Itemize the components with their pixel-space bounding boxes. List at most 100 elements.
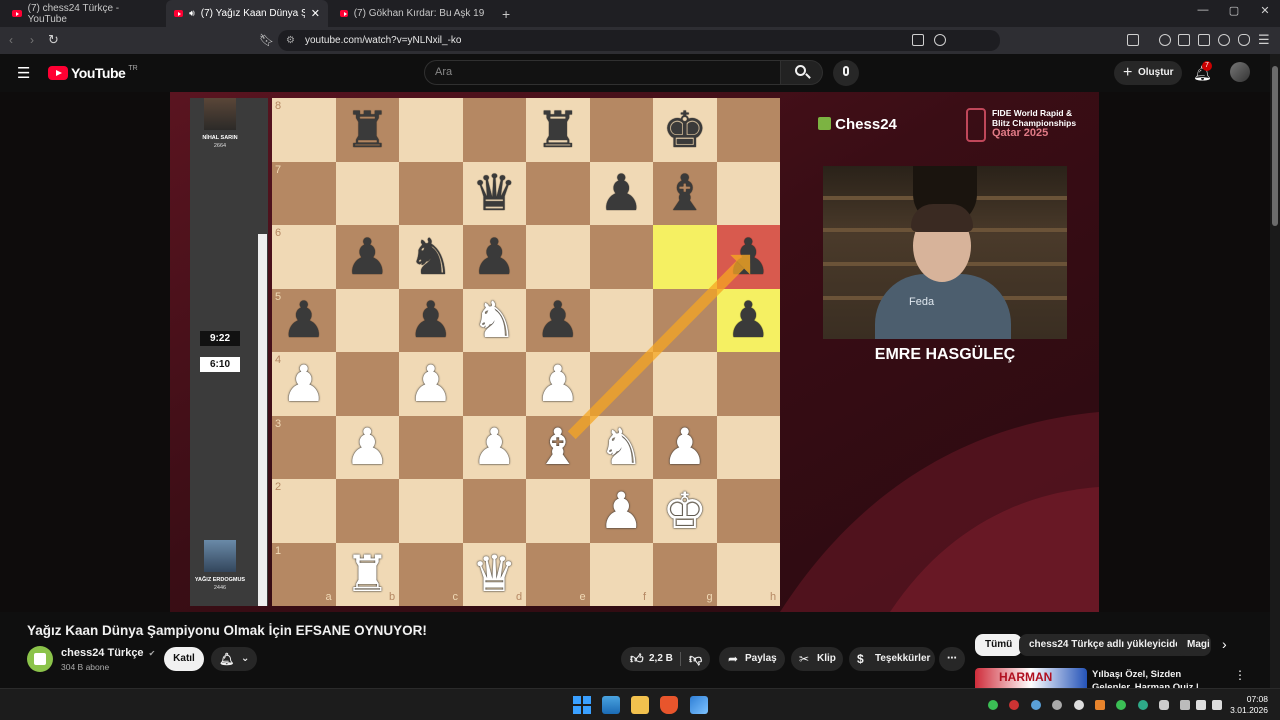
tab-gokhan-kirdar[interactable]: (7) Gökhan Kırdar: Bu Aşk 1998 (Playl — [332, 0, 492, 27]
top-player-clock: 9:22 — [200, 331, 240, 346]
close-window-button[interactable]: ✕ — [1255, 4, 1275, 17]
reload-icon[interactable]: ↻ — [48, 32, 59, 48]
windows-taskbar: 07:08 3.01.2026 — [0, 688, 1280, 720]
piece-c6: ♞ — [408, 227, 454, 286]
tray-app-icon[interactable] — [1009, 700, 1019, 710]
microphone-icon[interactable] — [1159, 700, 1169, 710]
address-toolbar: ‹ › ↻ 🔖︎ ⚙ youtube.com/watch?v=yNLNxil_-… — [0, 27, 1280, 74]
channel-avatar[interactable] — [27, 646, 53, 672]
tray-app-icon[interactable] — [1052, 700, 1062, 710]
scissors-icon: ✂ — [799, 652, 810, 666]
tray-app-icon[interactable] — [988, 700, 998, 710]
music-icon[interactable] — [1159, 34, 1171, 46]
clip-button[interactable]: ✂ Klip — [791, 647, 843, 671]
channel-name[interactable]: chess24 Türkçe ✔ — [61, 647, 155, 659]
chip-more-topics[interactable]: Magi — [1177, 634, 1211, 656]
square-h2 — [716, 479, 780, 543]
menu-icon[interactable]: ☰ — [1258, 32, 1270, 48]
monitor-icon[interactable] — [1180, 700, 1190, 710]
square-b2 — [335, 479, 399, 543]
square-g4 — [653, 352, 717, 416]
voice-search-button[interactable] — [833, 60, 859, 86]
search-input[interactable]: Ara — [424, 60, 781, 85]
site-info-icon[interactable]: ⚙ — [286, 30, 295, 51]
brave-browser-icon[interactable] — [660, 696, 678, 714]
youtube-logo[interactable]: YouTube TR — [48, 65, 138, 81]
share-button[interactable]: ➦ Paylaş — [719, 647, 785, 671]
player-info-panel: NİHAL SARIN 2664 YAĞIZ ERDOGMUS 2446 — [190, 98, 268, 606]
piece-d3: ♟ — [471, 418, 517, 477]
piece-a5: ♟ — [281, 291, 327, 350]
streamer-webcam: Feda — [823, 166, 1067, 339]
subscription-bell-button[interactable]: 🔔︎ ⌄ — [211, 647, 257, 671]
tray-app-icon[interactable] — [1116, 700, 1126, 710]
start-windows-icon[interactable] — [573, 696, 591, 714]
file-label: e — [579, 591, 586, 603]
piece-e3: ♝ — [535, 418, 581, 477]
cast-icon[interactable] — [912, 34, 924, 46]
recommendation-thumbnail[interactable]: HARMAN — [975, 668, 1087, 688]
like-button[interactable]: 👍︎ 2,2 B 👎︎ — [621, 647, 710, 671]
piece-g7: ♝ — [662, 164, 708, 223]
youtube-play-icon — [48, 66, 68, 80]
chevron-right-icon[interactable]: › — [1222, 636, 1227, 652]
piece-h5: ♟ — [725, 291, 771, 350]
recommendation-title[interactable]: Yılbaşı Özel, Sizden Gelenler, Harman Qu… — [1092, 668, 1222, 690]
battery-icon[interactable] — [1212, 700, 1222, 710]
tab-chess24-channel[interactable]: (7) chess24 Türkçe - YouTube — [4, 0, 164, 27]
piece-b3: ♟ — [344, 418, 390, 477]
create-button[interactable]: + Oluştur — [1114, 61, 1182, 85]
fide-emblem-icon — [966, 108, 986, 142]
photos-app-icon[interactable] — [690, 696, 708, 714]
bottom-player-name: YAĞIZ ERDOGMUS — [194, 577, 246, 583]
vpn-shield-icon[interactable] — [1238, 34, 1250, 46]
tray-app-icon[interactable] — [1095, 700, 1105, 710]
page-scrollbar[interactable] — [1270, 54, 1280, 688]
scrollbar-thumb[interactable] — [1272, 66, 1278, 226]
hamburger-menu-icon[interactable]: ☰ — [17, 64, 30, 82]
share-page-icon[interactable] — [934, 34, 946, 46]
piece-f3: ♞ — [598, 418, 644, 477]
maximize-button[interactable]: ▢ — [1224, 4, 1244, 17]
tray-app-icon[interactable] — [1074, 700, 1084, 710]
new-tab-button[interactable]: + — [494, 0, 518, 27]
system-clock[interactable]: 07:08 3.01.2026 — [1226, 694, 1268, 716]
video-player[interactable]: NİHAL SARIN 2664 YAĞIZ ERDOGMUS 2446 9:2… — [0, 92, 1270, 612]
top-player-rating: 2664 — [213, 143, 227, 149]
clock-date: 3.01.2026 — [1230, 705, 1268, 715]
chip-from-uploader[interactable]: chess24 Türkçe adlı yükleyiciden — [1019, 634, 1197, 656]
notifications-button[interactable]: 🔔︎ 7 — [1193, 61, 1212, 82]
thanks-button[interactable]: $ Teşekkürler — [849, 647, 935, 671]
piece-c4: ♟ — [408, 354, 454, 413]
sidebar-icon[interactable] — [1127, 34, 1139, 46]
thumbs-down-icon[interactable]: 👎︎ — [689, 647, 702, 671]
square-c2 — [399, 479, 463, 543]
close-tab-icon[interactable]: ✕ — [311, 7, 320, 20]
volume-icon[interactable] — [1196, 700, 1206, 710]
gallery-app-icon[interactable] — [602, 696, 620, 714]
more-actions-button[interactable]: ⋯ — [939, 647, 965, 671]
tray-app-icon[interactable] — [1138, 700, 1148, 710]
square-b7 — [335, 161, 399, 225]
search-button[interactable] — [781, 60, 823, 85]
avatar[interactable] — [1230, 62, 1250, 82]
wallet-icon[interactable] — [1198, 34, 1210, 46]
minimize-button[interactable]: — — [1193, 4, 1213, 16]
tab-current-video[interactable]: 🔊︎ (7) Yağız Kaan Dünya Şampiy ✕ — [166, 0, 328, 27]
tray-app-icon[interactable] — [1031, 700, 1041, 710]
bell-icon: 🔔︎ — [219, 652, 235, 666]
chip-all[interactable]: Tümü — [975, 634, 1023, 656]
video-title: Yağız Kaan Dünya Şampiyonu Olmak İçin EF… — [27, 623, 427, 638]
piece-f7: ♟ — [598, 164, 644, 223]
back-icon[interactable]: ‹ — [9, 33, 13, 47]
join-button[interactable]: Katıl — [164, 647, 204, 671]
url-field[interactable]: ⚙ youtube.com/watch?v=yNLNxil_-ko — [278, 30, 1000, 51]
bookmark-icon[interactable]: 🔖︎ — [259, 33, 274, 47]
forward-icon[interactable]: › — [30, 33, 34, 47]
ai-icon[interactable] — [1218, 34, 1230, 46]
square-f5 — [589, 288, 653, 352]
reader-icon[interactable] — [1178, 34, 1190, 46]
file-explorer-icon[interactable] — [631, 696, 649, 714]
recommendation-menu-icon[interactable]: ⋮ — [1234, 668, 1246, 682]
square-h8 — [716, 98, 780, 162]
